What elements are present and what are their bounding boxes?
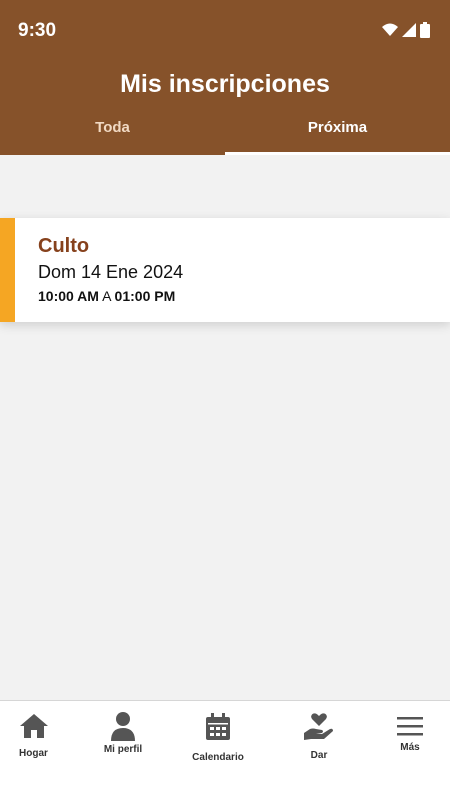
event-end-time: 01:00 PM	[114, 288, 176, 304]
person-icon	[111, 712, 135, 741]
event-date: Dom 14 Ene 2024	[38, 262, 184, 282]
card-accent-bar	[0, 218, 15, 322]
nav-label: Más	[400, 742, 420, 753]
menu-icon	[397, 717, 423, 736]
nav-label: Dar	[310, 750, 328, 761]
nav-item-mas[interactable]: Más	[386, 701, 434, 800]
battery-icon	[420, 22, 430, 38]
tab-bar: Toda Próxima	[0, 110, 450, 155]
nav-label: Calendario	[192, 752, 244, 763]
status-time: 9:30	[18, 20, 57, 41]
tab-label: Toda	[95, 119, 130, 136]
status-icons	[382, 22, 430, 38]
event-start-time: 10:00 AM	[38, 288, 99, 304]
nav-item-dar[interactable]: Dar	[294, 701, 344, 800]
nav-label: Mi perfil	[103, 744, 143, 755]
wifi-icon	[382, 23, 398, 36]
page-title: Mis inscripciones	[120, 70, 330, 98]
nav-item-hogar[interactable]: Hogar	[0, 701, 67, 800]
app-header: 9:30 Mis inscripciones Toda Próxima	[0, 0, 450, 155]
tab-proxima[interactable]: Próxima	[225, 110, 450, 155]
nav-item-calendario[interactable]: Calendario	[184, 701, 252, 800]
registration-card[interactable]: Culto Dom 14 Ene 2024 10:00 AM A 01:00 P…	[0, 218, 450, 322]
status-bar: 9:30	[0, 0, 450, 60]
tab-label: Próxima	[307, 119, 368, 136]
event-time-range: 10:00 AM A 01:00 PM	[38, 288, 175, 304]
home-icon	[19, 714, 48, 738]
tab-toda[interactable]: Toda	[0, 110, 225, 155]
signal-icon	[402, 23, 416, 37]
event-title: Culto	[38, 235, 90, 257]
active-tab-indicator	[225, 152, 450, 155]
nav-label: Hogar	[19, 748, 48, 759]
nav-item-mi-perfil[interactable]: Mi perfil	[90, 701, 156, 800]
calendar-icon	[206, 713, 230, 740]
event-time-connector: A	[102, 288, 111, 304]
bottom-navigation: Hogar Mi perfil Calendario Dar Más	[0, 700, 450, 800]
hand-heart-icon	[304, 713, 333, 740]
